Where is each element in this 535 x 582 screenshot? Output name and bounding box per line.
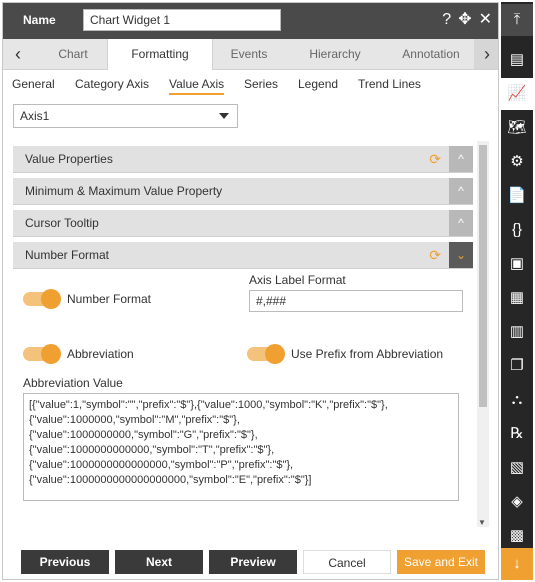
axis-select[interactable]: Axis1: [13, 104, 238, 128]
copy-icon[interactable]: ❐: [501, 350, 533, 382]
tab-formatting[interactable]: Formatting: [107, 39, 213, 70]
section-title: Value Properties: [25, 152, 113, 166]
axis-label-format-label: Axis Label Format: [249, 273, 346, 287]
tab-hierarchy[interactable]: Hierarchy: [293, 39, 377, 69]
subtab-general[interactable]: General: [12, 77, 55, 91]
abbreviation-value-label: Abbreviation Value: [23, 376, 123, 390]
scroll-top-icon[interactable]: ⤒: [501, 4, 533, 36]
refresh-icon[interactable]: ⟳: [429, 151, 441, 168]
tab-chart[interactable]: Chart: [41, 39, 105, 69]
chevron-up-icon[interactable]: ^: [449, 210, 473, 236]
line-chart-icon[interactable]: 📈: [501, 78, 533, 110]
toggle-knob: [265, 344, 285, 364]
chevron-up-icon[interactable]: ^: [449, 178, 473, 204]
use-prefix-toggle[interactable]: [247, 344, 285, 364]
hierarchy-icon[interactable]: ⛬: [501, 384, 533, 416]
rx-icon[interactable]: ℞: [501, 418, 533, 450]
subtab-series[interactable]: Series: [244, 77, 278, 91]
move-icon[interactable]: ✥: [458, 10, 471, 30]
name-label: Name: [23, 13, 56, 27]
use-prefix-label: Use Prefix from Abbreviation: [291, 347, 444, 361]
section-title: Number Format: [25, 248, 110, 262]
bar-chart-icon[interactable]: ▥: [501, 316, 533, 348]
caret-down-icon: [219, 113, 229, 119]
chevron-up-icon[interactable]: ^: [449, 146, 473, 172]
section-title: Minimum & Maximum Value Property: [25, 184, 223, 198]
braces-icon[interactable]: {}: [501, 214, 533, 246]
tab-scroll-right-icon[interactable]: ›: [474, 39, 498, 69]
map-icon[interactable]: 🗺: [501, 112, 533, 144]
preview-button[interactable]: Preview: [209, 550, 297, 574]
layers-icon[interactable]: ◈: [501, 486, 533, 518]
clipboard-icon[interactable]: ▧: [501, 452, 533, 484]
image-icon[interactable]: ▣: [501, 248, 533, 280]
subtab-legend[interactable]: Legend: [298, 77, 338, 91]
section-value-properties[interactable]: Value Properties ⟳ ^: [13, 146, 473, 173]
abbreviation-toggle[interactable]: [23, 344, 61, 364]
layout-icon[interactable]: ▦: [501, 282, 533, 314]
close-icon[interactable]: ✕: [479, 10, 492, 30]
scrollbar-thumb[interactable]: [479, 145, 487, 407]
footer-bar: Previous Next Preview Cancel Save and Ex…: [3, 541, 498, 579]
section-cursor-tooltip[interactable]: Cursor Tooltip ^: [13, 210, 473, 237]
title-bar-icons: ? ✥ ✕: [442, 10, 492, 30]
table-icon[interactable]: ▤: [501, 44, 533, 76]
section-min-max-value[interactable]: Minimum & Maximum Value Property ^: [13, 178, 473, 205]
right-toolbar: ⤒ ▤ 📈 🗺 ⚙ 📄 {} ▣ ▦ ▥ ❐ ⛬ ℞ ▧ ◈ ▩ ↓: [501, 2, 533, 580]
toggle-knob: [41, 289, 61, 309]
document-settings-icon[interactable]: ⚙: [501, 146, 533, 178]
next-button[interactable]: Next: [115, 550, 203, 574]
help-icon[interactable]: ?: [442, 10, 451, 30]
formatting-subtabs: General Category Axis Value Axis Series …: [3, 71, 483, 97]
tab-annotation[interactable]: Annotation: [391, 39, 471, 69]
abbreviation-label: Abbreviation: [67, 347, 134, 361]
number-format-label: Number Format: [67, 292, 152, 306]
section-title: Cursor Tooltip: [25, 216, 99, 230]
axis-label-format-input[interactable]: #,###: [249, 290, 463, 312]
title-bar: Name Chart Widget 1 ? ✥ ✕: [3, 3, 498, 39]
section-number-format[interactable]: Number Format ⟳ ⌄: [13, 242, 473, 269]
widget-properties-panel: Name Chart Widget 1 ? ✥ ✕ ‹ Chart Format…: [2, 2, 499, 580]
abbreviation-value-textarea[interactable]: [{"value":1,"symbol":"","prefix":"$"},{"…: [23, 393, 459, 501]
save-and-exit-button[interactable]: Save and Exit: [397, 550, 485, 574]
scroll-bottom-icon[interactable]: ↓: [501, 548, 533, 580]
scroll-down-icon[interactable]: ▼: [478, 518, 486, 527]
refresh-icon[interactable]: ⟳: [429, 247, 441, 264]
previous-button[interactable]: Previous: [21, 550, 109, 574]
cancel-button[interactable]: Cancel: [303, 550, 391, 574]
chevron-down-icon[interactable]: ⌄: [449, 242, 473, 268]
subtab-trend-lines[interactable]: Trend Lines: [358, 77, 421, 91]
number-format-toggle[interactable]: [23, 289, 61, 309]
vertical-scrollbar[interactable]: ▼: [477, 141, 489, 527]
widget-name-input[interactable]: Chart Widget 1: [83, 9, 281, 31]
tab-scroll-left-icon[interactable]: ‹: [5, 39, 31, 69]
tab-events[interactable]: Events: [215, 39, 283, 69]
subtab-value-axis[interactable]: Value Axis: [169, 77, 225, 95]
tab-bar: ‹ Chart Formatting Events Hierarchy Anno…: [3, 39, 498, 70]
axis-select-value: Axis1: [20, 109, 50, 123]
subtab-category-axis[interactable]: Category Axis: [75, 77, 149, 91]
toggle-knob: [41, 344, 61, 364]
document-icon[interactable]: 📄: [501, 180, 533, 212]
